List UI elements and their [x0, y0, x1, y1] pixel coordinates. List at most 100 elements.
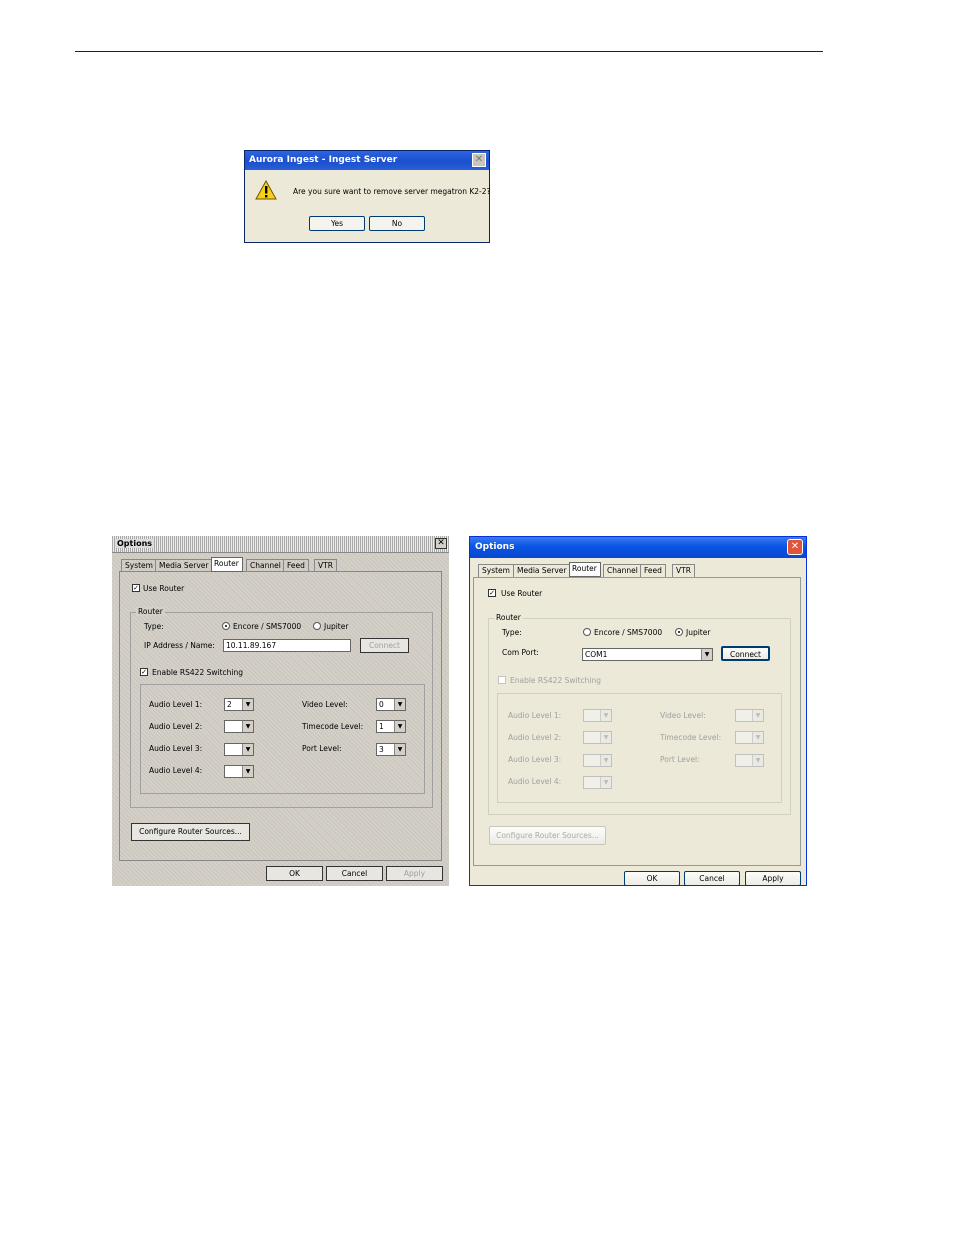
ip-address-input[interactable]: 10.11.89.167 — [223, 639, 351, 652]
audio-level-1-select[interactable]: 2 ▼ — [224, 698, 254, 711]
video-level-select[interactable]: 0 ▼ — [376, 698, 406, 711]
encore-radio[interactable] — [583, 628, 591, 636]
rs422-checkbox[interactable] — [498, 676, 506, 684]
close-icon[interactable]: ✕ — [435, 538, 447, 549]
type-label: Type: — [502, 628, 522, 637]
video-level-label: Video Level: — [302, 700, 348, 709]
encore-radio[interactable] — [222, 622, 230, 630]
title-bar: Aurora Ingest - Ingest Server ✕ — [245, 151, 489, 170]
options-dialog-xp: Options ✕ System Media Server Router Cha… — [469, 536, 807, 886]
remove-server-confirm-dialog: Aurora Ingest - Ingest Server ✕ Are you … — [244, 150, 491, 243]
configure-router-sources-button[interactable]: Configure Router Sources... — [131, 823, 250, 841]
audio-level-3-label: Audio Level 3: — [149, 744, 203, 753]
options-dialog-classic: Options ✕ System Media Server Router Cha… — [112, 536, 449, 886]
warning-icon — [255, 180, 277, 200]
timecode-level-value: 1 — [379, 722, 384, 731]
configure-router-sources-button[interactable]: Configure Router Sources... — [489, 826, 606, 845]
port-level-select[interactable]: ▼ — [735, 754, 764, 767]
close-icon[interactable]: ✕ — [787, 539, 803, 555]
jupiter-radio-label: Jupiter — [324, 622, 349, 631]
chevron-down-icon: ▼ — [242, 699, 253, 710]
dialog-title: Options — [115, 539, 155, 548]
timecode-level-select[interactable]: ▼ — [735, 731, 764, 744]
tab-feed[interactable]: Feed — [640, 564, 666, 577]
encore-radio-label: Encore / SMS7000 — [594, 628, 663, 637]
apply-button[interactable]: Apply — [386, 866, 443, 881]
title-bar: Options ✕ — [112, 536, 449, 553]
audio-level-4-label: Audio Level 4: — [508, 777, 562, 786]
router-tab-panel: ✓ Use Router Router Type: Encore / SMS70… — [119, 571, 442, 861]
jupiter-radio[interactable] — [313, 622, 321, 630]
tab-channel[interactable]: Channel — [603, 564, 642, 577]
audio-level-1-select[interactable]: ▼ — [583, 709, 612, 722]
audio-level-3-label: Audio Level 3: — [508, 755, 562, 764]
type-label: Type: — [144, 622, 164, 631]
chevron-down-icon: ▼ — [600, 755, 611, 766]
timecode-level-label: Timecode Level: — [302, 722, 364, 731]
audio-level-2-select[interactable]: ▼ — [583, 731, 612, 744]
levels-group: Audio Level 1: 2 ▼ Audio Level 2: ▼ Audio… — [140, 684, 425, 794]
use-router-label: Use Router — [143, 584, 185, 593]
audio-level-3-select[interactable]: ▼ — [224, 743, 254, 756]
jupiter-radio[interactable] — [675, 628, 683, 636]
port-level-select[interactable]: 3 ▼ — [376, 743, 406, 756]
chevron-down-icon: ▼ — [701, 649, 712, 660]
chevron-down-icon: ▼ — [752, 732, 763, 743]
tab-router[interactable]: Router — [211, 557, 243, 572]
timecode-level-select[interactable]: 1 ▼ — [376, 720, 406, 733]
audio-level-2-select[interactable]: ▼ — [224, 720, 254, 733]
port-level-label: Port Level: — [302, 744, 342, 753]
audio-level-3-select[interactable]: ▼ — [583, 754, 612, 767]
cancel-button[interactable]: Cancel — [684, 871, 740, 886]
timecode-level-label: Timecode Level: — [660, 733, 722, 742]
connect-button[interactable]: Connect — [721, 646, 770, 661]
video-level-value: 0 — [379, 700, 384, 709]
audio-level-4-label: Audio Level 4: — [149, 766, 203, 775]
chevron-down-icon: ▼ — [394, 699, 405, 710]
no-button[interactable]: No — [369, 216, 425, 231]
connect-button[interactable]: Connect — [360, 638, 409, 653]
chevron-down-icon: ▼ — [600, 710, 611, 721]
yes-button[interactable]: Yes — [309, 216, 365, 231]
use-router-checkbox[interactable]: ✓ — [488, 589, 496, 597]
chevron-down-icon: ▼ — [242, 766, 253, 777]
audio-level-4-select[interactable]: ▼ — [224, 765, 254, 778]
audio-level-4-select[interactable]: ▼ — [583, 776, 612, 789]
chevron-down-icon: ▼ — [752, 710, 763, 721]
chevron-down-icon: ▼ — [242, 744, 253, 755]
use-router-checkbox[interactable]: ✓ — [132, 584, 140, 592]
chevron-down-icon: ▼ — [600, 777, 611, 788]
encore-radio-label: Encore / SMS7000 — [233, 622, 302, 631]
cancel-button[interactable]: Cancel — [326, 866, 383, 881]
tab-system[interactable]: System — [478, 564, 514, 577]
audio-level-2-label: Audio Level 2: — [508, 733, 562, 742]
audio-level-2-label: Audio Level 2: — [149, 722, 203, 731]
tab-media-server[interactable]: Media Server — [513, 564, 571, 577]
router-group-label: Router — [494, 613, 523, 622]
rs422-checkbox[interactable]: ✓ — [140, 668, 148, 676]
ok-button[interactable]: OK — [624, 871, 680, 886]
router-group-label: Router — [136, 607, 165, 616]
port-level-value: 3 — [379, 745, 384, 754]
video-level-label: Video Level: — [660, 711, 706, 720]
video-level-select[interactable]: ▼ — [735, 709, 764, 722]
router-tab-panel: ✓ Use Router Router Type: Encore / SMS70… — [473, 577, 801, 866]
audio-level-1-label: Audio Level 1: — [149, 700, 203, 709]
use-router-label: Use Router — [501, 589, 543, 598]
chevron-down-icon: ▼ — [394, 744, 405, 755]
jupiter-radio-label: Jupiter — [686, 628, 711, 637]
ip-address-label: IP Address / Name: — [144, 641, 215, 650]
chevron-down-icon: ▼ — [394, 721, 405, 732]
com-port-label: Com Port: — [502, 648, 539, 657]
tab-router[interactable]: Router — [569, 562, 601, 577]
close-icon[interactable]: ✕ — [472, 153, 486, 167]
router-group: Router Type: Encore / SMS7000 Jupiter Co… — [488, 613, 791, 815]
com-port-select[interactable]: COM1 ▼ — [582, 648, 713, 661]
dialog-title: Aurora Ingest - Ingest Server — [249, 155, 398, 165]
tab-vtr[interactable]: VTR — [672, 564, 695, 577]
dialog-title: Options — [475, 542, 515, 552]
chevron-down-icon: ▼ — [242, 721, 253, 732]
ok-button[interactable]: OK — [266, 866, 323, 881]
port-level-label: Port Level: — [660, 755, 700, 764]
apply-button[interactable]: Apply — [745, 871, 801, 886]
